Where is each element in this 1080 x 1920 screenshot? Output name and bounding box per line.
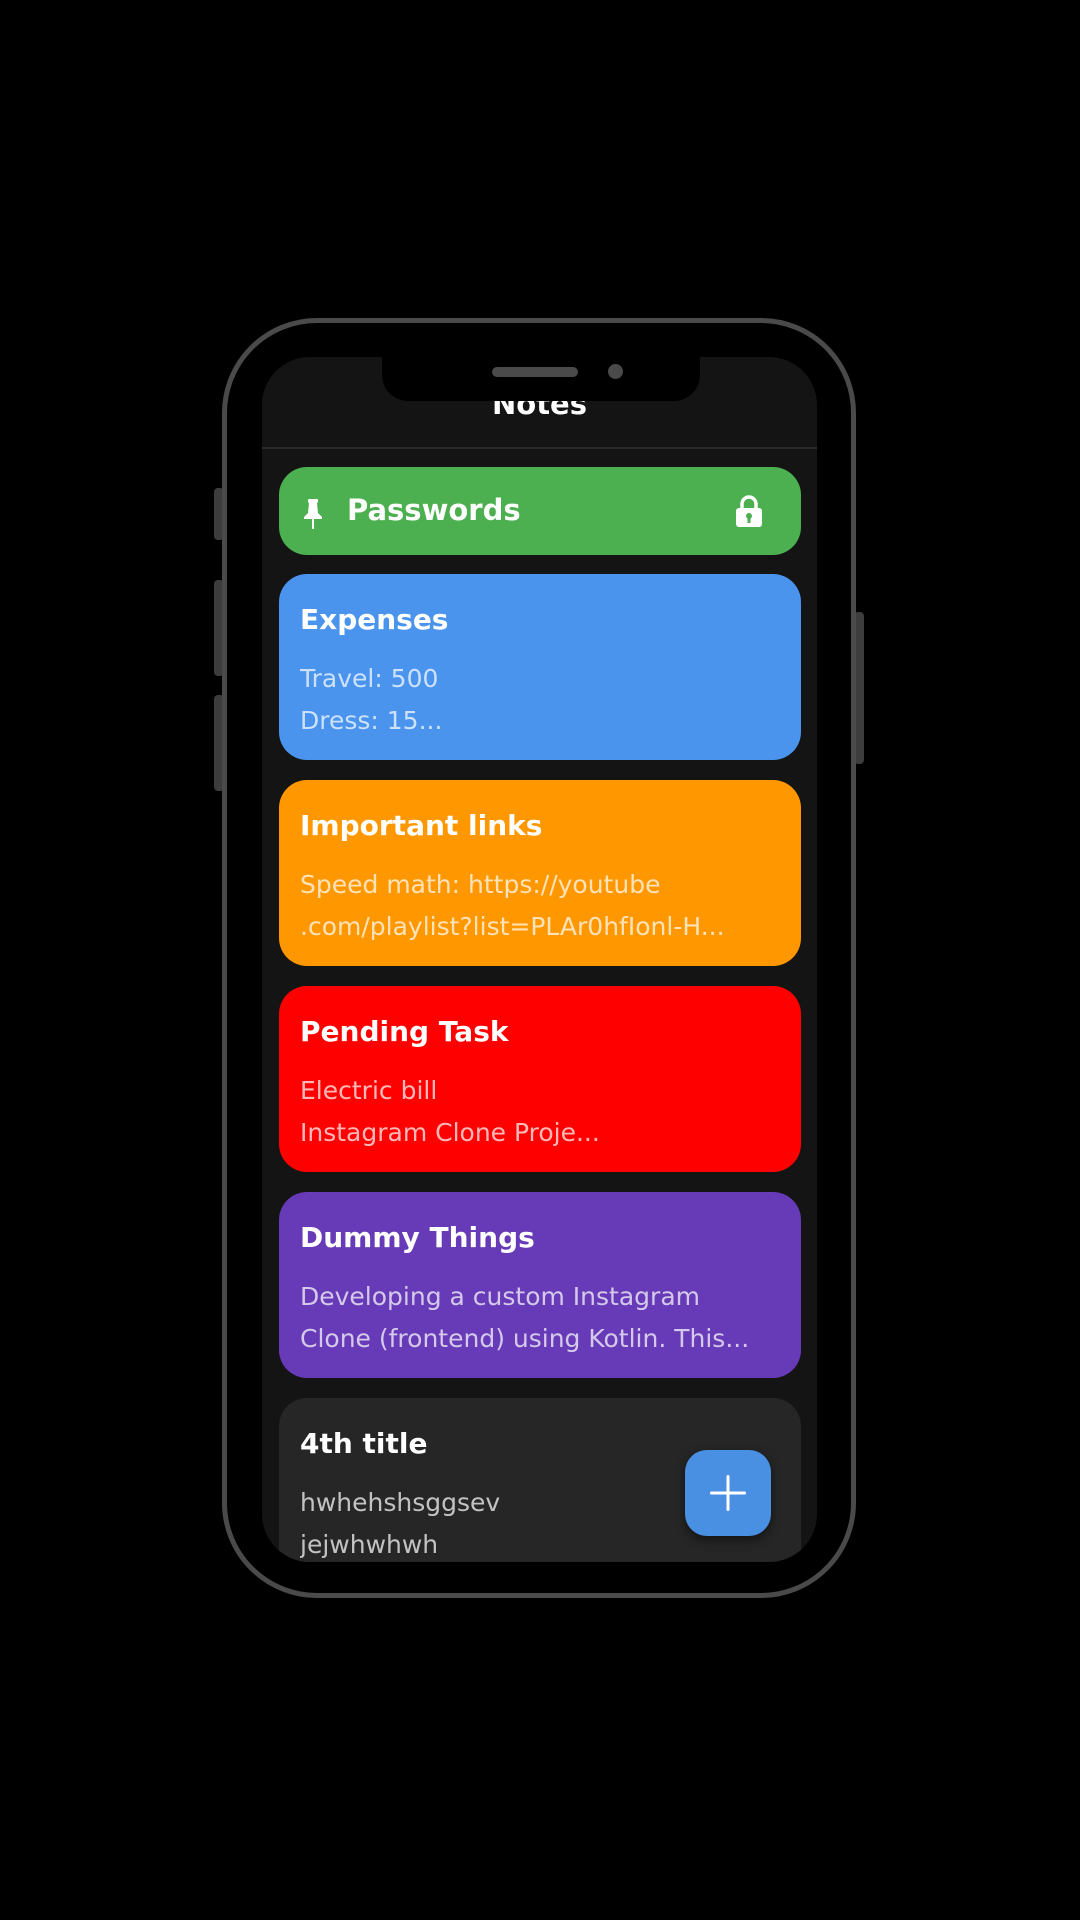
note-preview-line: Electric bill (300, 1076, 438, 1105)
note-preview: Electric bill Instagram Clone Proje... (300, 1070, 779, 1154)
notes-list[interactable]: Passwords Expenses Travel: 500 Dress: 15… (279, 467, 801, 1562)
note-card[interactable]: Important links Speed math: https://yout… (279, 780, 801, 966)
speaker-grille (492, 367, 578, 377)
note-preview-line: Clone (frontend) using Kotlin. This... (300, 1324, 750, 1353)
notch (382, 357, 700, 401)
note-preview-line: .com/playlist?list=PLAr0hfIonl-H... (300, 912, 725, 941)
pinned-note-title: Passwords (347, 493, 521, 527)
note-title: Pending Task (300, 1015, 509, 1048)
note-card[interactable]: Expenses Travel: 500 Dress: 15... (279, 574, 801, 760)
lock-icon (736, 495, 762, 527)
note-title: Dummy Things (300, 1221, 535, 1254)
note-preview-line: Dress: 15... (300, 706, 443, 735)
note-preview: Travel: 500 Dress: 15... (300, 658, 779, 742)
plus-icon (710, 1475, 746, 1511)
note-card[interactable]: Pending Task Electric bill Instagram Clo… (279, 986, 801, 1172)
note-preview-line: Speed math: https://youtube (300, 870, 661, 899)
note-preview: Developing a custom Instagram Clone (fro… (300, 1276, 779, 1360)
front-camera (608, 364, 623, 379)
pinned-note-card[interactable]: Passwords (279, 467, 801, 555)
note-title: Expenses (300, 603, 449, 636)
phone-screen: Notes Passwords Expenses Travel: 500 Dre… (262, 357, 817, 1562)
note-preview-line: Instagram Clone Proje... (300, 1118, 600, 1147)
note-preview: Speed math: https://youtube .com/playlis… (300, 864, 779, 948)
pin-icon (304, 499, 322, 529)
add-note-button[interactable] (685, 1450, 771, 1536)
note-card[interactable]: Dummy Things Developing a custom Instagr… (279, 1192, 801, 1378)
note-preview-line: Travel: 500 (300, 664, 439, 693)
device-stage: Notes Passwords Expenses Travel: 500 Dre… (0, 0, 1080, 1920)
note-preview-line: Developing a custom Instagram (300, 1282, 700, 1311)
note-title: Important links (300, 809, 543, 842)
